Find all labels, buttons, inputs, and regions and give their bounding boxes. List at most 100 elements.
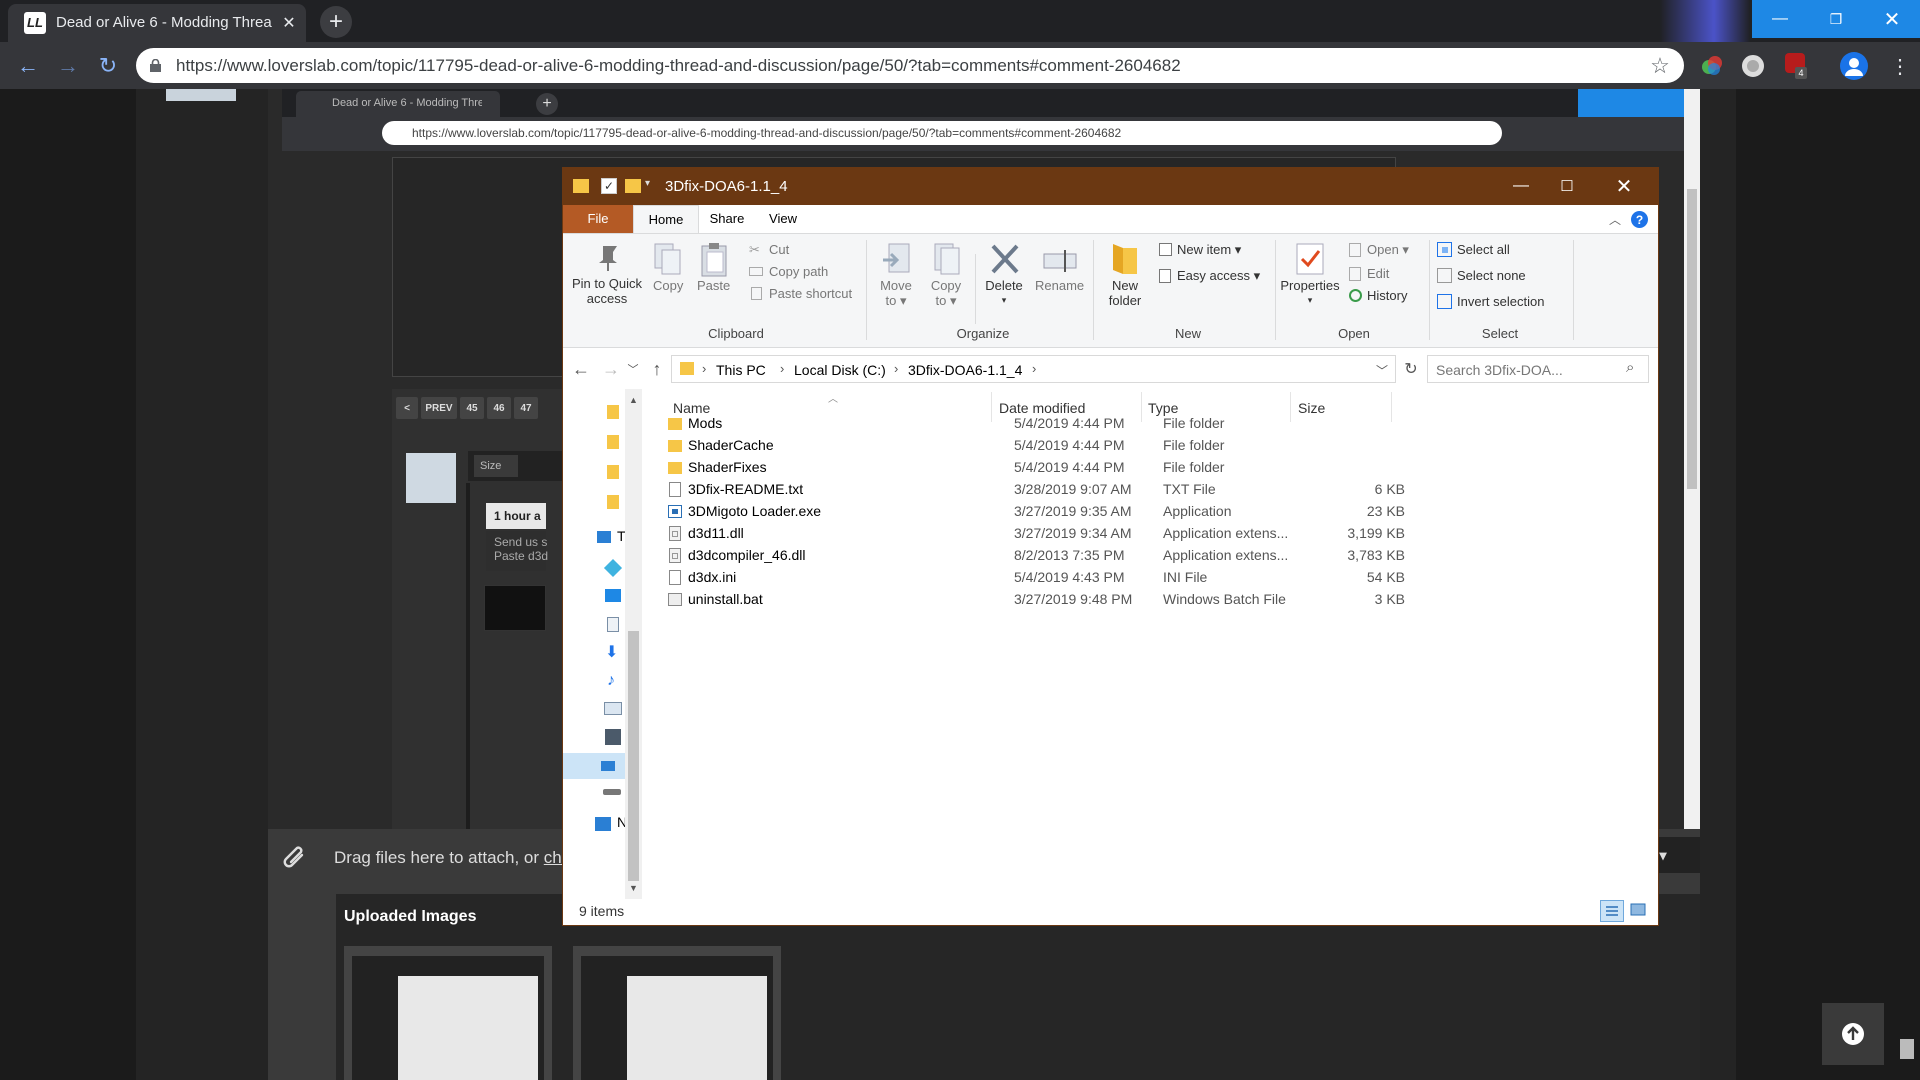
open-button[interactable]: Open ▾ [1347,240,1427,260]
browser-menu-icon[interactable]: ⋮ [1890,52,1910,80]
network-icon[interactable] [595,817,611,831]
file-date-modified: 5/4/2019 4:43 PM [1014,569,1125,585]
file-row[interactable]: ShaderFixes 5/4/2019 4:44 PM File folder [668,456,1409,478]
nav-scroll-thumb[interactable] [628,631,639,881]
file-size: 6 KB [1374,481,1405,497]
properties-button[interactable]: Properties ▾ [1279,242,1341,322]
scroll-up-icon[interactable]: ▲ [629,395,638,405]
file-row[interactable]: d3dcompiler_46.dll 8/2/2013 7:35 PM Applic… [669,544,1409,566]
close-window-button[interactable]: ✕ [1864,0,1920,38]
tab-file[interactable]: File [563,205,633,233]
new-item-button[interactable]: New item ▾ [1157,240,1255,260]
file-row[interactable]: d3d11.dll 3/27/2019 9:34 AM Application ex… [669,522,1409,544]
file-row[interactable]: d3dx.ini 5/4/2019 4:43 PM INI File 54 KB [669,566,1409,588]
edit-button[interactable]: Edit [1347,264,1417,284]
tab-view[interactable]: View [755,205,811,233]
thumbnail-window [627,976,767,1080]
new-folder-quick-icon[interactable] [625,179,641,193]
minimize-window-button[interactable]: — [1752,0,1808,38]
file-row[interactable]: 3Dfix-README.txt 3/28/2019 9:07 AM TXT Fil… [669,478,1409,500]
new-folder-line: New [1111,278,1138,293]
new-folder-button[interactable]: New folder [1099,242,1151,322]
address-dropdown-icon[interactable]: ﹀ [1376,362,1388,379]
cut-button[interactable]: ✂ Cut [749,240,859,260]
back-to-top-button[interactable] [1822,1003,1884,1065]
file-row[interactable]: ShaderCache 5/4/2019 4:44 PM File folder [668,434,1409,456]
nav-forward-icon[interactable]: → [599,357,623,381]
this-pc-icon[interactable] [597,531,611,543]
new-tab-button[interactable]: + [320,6,352,38]
quick-access-folder-icon[interactable] [607,435,619,449]
ublock-icon[interactable]: 4 [1785,53,1809,79]
explorer-maximize-button[interactable]: ☐ [1544,168,1590,204]
nav-scrollbar[interactable]: ▲ ▼ [625,389,642,899]
file-row[interactable]: 3DMigoto Loader.exe 3/27/2019 9:35 AM Appl… [668,500,1409,522]
breadcrumb-current-folder[interactable]: 3Dfix-DOA6-1.1_4 [908,362,1022,378]
quick-access-folder-icon[interactable] [607,465,619,479]
search-box[interactable]: Search 3Dfix-DOA... ⌕ [1427,355,1649,383]
forward-icon[interactable]: → [52,50,84,82]
select-none-button[interactable]: Select none [1435,266,1545,286]
collapse-ribbon-icon[interactable]: ︿ [1605,209,1625,229]
refresh-icon[interactable]: ↻ [1399,357,1423,381]
help-icon[interactable]: ? [1631,211,1648,228]
uploaded-images-title: Uploaded Images [344,908,477,925]
close-tab-icon[interactable]: ✕ [278,12,300,34]
file-row[interactable]: uninstall.bat 3/27/2019 9:48 PM Windows Ba… [668,588,1409,610]
back-icon[interactable]: ← [12,50,44,82]
downloads-icon[interactable]: ⬇ [605,645,618,661]
copy-path-button[interactable]: Copy path [749,262,859,282]
profile-avatar-icon[interactable] [1840,52,1868,80]
rename-button[interactable]: Rename [1031,242,1087,302]
bookmark-star-icon[interactable]: ☆ [1648,53,1672,78]
delete-button[interactable]: Delete ▾ [981,242,1027,322]
quick-access-dropdown-icon[interactable]: ▾ [645,178,650,189]
paste-button[interactable]: Paste [693,242,733,302]
music-icon[interactable]: ♪ [607,673,615,689]
breadcrumb-bar[interactable]: › This PC › Local Disk (C:) › 3Dfix-DOA6… [671,355,1396,383]
browser-tab[interactable]: LL Dead or Alive 6 - Modding Threa ✕ [8,4,306,42]
quick-access-folder-icon[interactable] [607,405,619,419]
large-icons-view-icon[interactable] [1627,900,1651,922]
explorer-close-button[interactable]: ✕ [1590,168,1658,204]
tab-share[interactable]: Share [699,205,755,233]
quick-access-folder-icon[interactable] [607,495,619,509]
address-bar[interactable]: https://www.loverslab.com/topic/117795-d… [136,48,1684,83]
nav-up-icon[interactable]: ↑ [645,357,669,381]
copy-to-button[interactable]: Copy to ▾ [923,242,969,322]
reload-icon[interactable]: ↻ [92,50,124,82]
scroll-down-icon[interactable]: ▼ [629,883,638,893]
properties-quick-icon[interactable]: ✓ [601,178,617,194]
invert-selection-button[interactable]: Invert selection [1435,292,1565,312]
easy-access-button[interactable]: Easy access ▾ [1157,266,1267,286]
tab-title: Dead or Alive 6 - Modding Threa [56,14,272,31]
breadcrumb-this-pc[interactable]: This PC [716,362,766,378]
drive-icon[interactable] [603,789,621,795]
explorer-minimize-button[interactable]: — [1498,168,1544,204]
videos-icon[interactable] [605,729,621,745]
nav-back-icon[interactable]: ← [569,357,593,381]
uploaded-thumbnail[interactable] [344,946,552,1080]
move-to-button[interactable]: Move to ▾ [873,242,919,322]
recent-locations-icon[interactable]: ﹀ [625,359,641,379]
file-row[interactable]: Mods 5/4/2019 4:44 PM File folder [668,412,1409,434]
local-disk-nav-item[interactable] [563,753,625,779]
3d-objects-icon[interactable] [603,558,623,578]
history-button[interactable]: History [1347,286,1427,306]
uploaded-thumbnail[interactable] [573,946,781,1080]
extension-circle-icon[interactable] [1742,55,1764,77]
breadcrumb-local-disk[interactable]: Local Disk (C:) [794,362,886,378]
copy-button[interactable]: Copy [647,242,687,302]
desktop-icon[interactable] [605,589,621,602]
documents-icon[interactable] [607,617,619,632]
restore-window-button[interactable]: ❐ [1808,0,1864,38]
paste-shortcut-button[interactable]: Paste shortcut [749,284,869,304]
extension-colorwheel-icon[interactable] [1700,54,1724,78]
details-view-icon[interactable] [1600,900,1624,922]
tab-home[interactable]: Home [633,205,699,234]
pictures-icon[interactable] [604,702,622,715]
page-scrollbar-thumb[interactable] [1900,1039,1914,1059]
pin-quick-access-button[interactable]: Pin to Quick access [569,242,645,322]
select-all-button[interactable]: Select all [1435,240,1545,260]
file-name: d3dcompiler_46.dll [688,547,806,563]
